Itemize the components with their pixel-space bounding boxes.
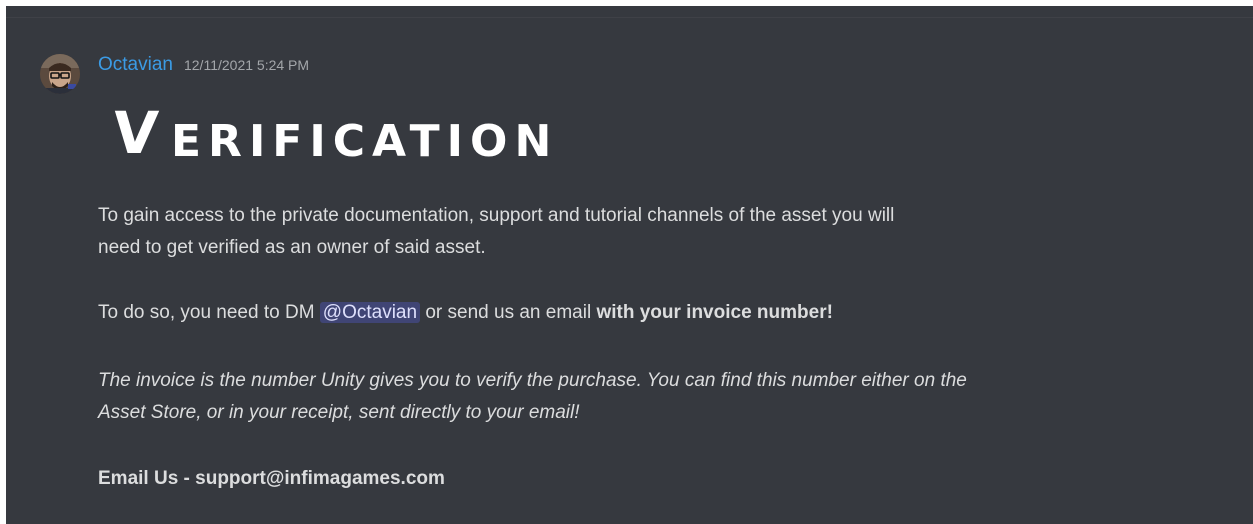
paragraph-email: Email Us - support@infimagames.com bbox=[98, 463, 1218, 495]
user-mention[interactable]: @Octavian bbox=[319, 302, 421, 323]
paragraph-instructions: To do so, you need to DM @Octavian or se… bbox=[98, 297, 1218, 329]
banner-rest: ERIFICATION bbox=[171, 116, 559, 167]
banner-initial: V bbox=[110, 99, 161, 167]
invoice-info-line2: Asset Store, or in your receipt, sent di… bbox=[98, 402, 580, 423]
verification-banner: V ERIFICATION bbox=[110, 98, 613, 170]
paragraph-intro-line1: To gain access to the private documentat… bbox=[98, 205, 895, 226]
instructions-prefix: To do so, you need to DM bbox=[98, 302, 320, 323]
instructions-middle: or send us an email bbox=[420, 302, 597, 323]
chat-message-panel: Octavian 12/11/2021 5:24 PM V ERIFICATIO… bbox=[6, 6, 1253, 524]
message-header: Octavian 12/11/2021 5:24 PM bbox=[98, 54, 309, 76]
author-name[interactable]: Octavian bbox=[98, 54, 173, 76]
message-timestamp: 12/11/2021 5:24 PM bbox=[183, 57, 310, 73]
email-contact: Email Us - support@infimagames.com bbox=[98, 468, 445, 489]
paragraph-invoice-info: The invoice is the number Unity gives yo… bbox=[98, 365, 1218, 429]
top-divider bbox=[6, 17, 1253, 18]
avatar[interactable] bbox=[40, 54, 80, 94]
invoice-info-line1: The invoice is the number Unity gives yo… bbox=[98, 370, 967, 391]
paragraph-intro-line2: need to get verified as an owner of said… bbox=[98, 237, 486, 258]
paragraph-intro: To gain access to the private documentat… bbox=[98, 200, 1218, 264]
user-avatar-icon bbox=[40, 54, 80, 94]
instructions-bold: with your invoice number! bbox=[596, 302, 833, 323]
